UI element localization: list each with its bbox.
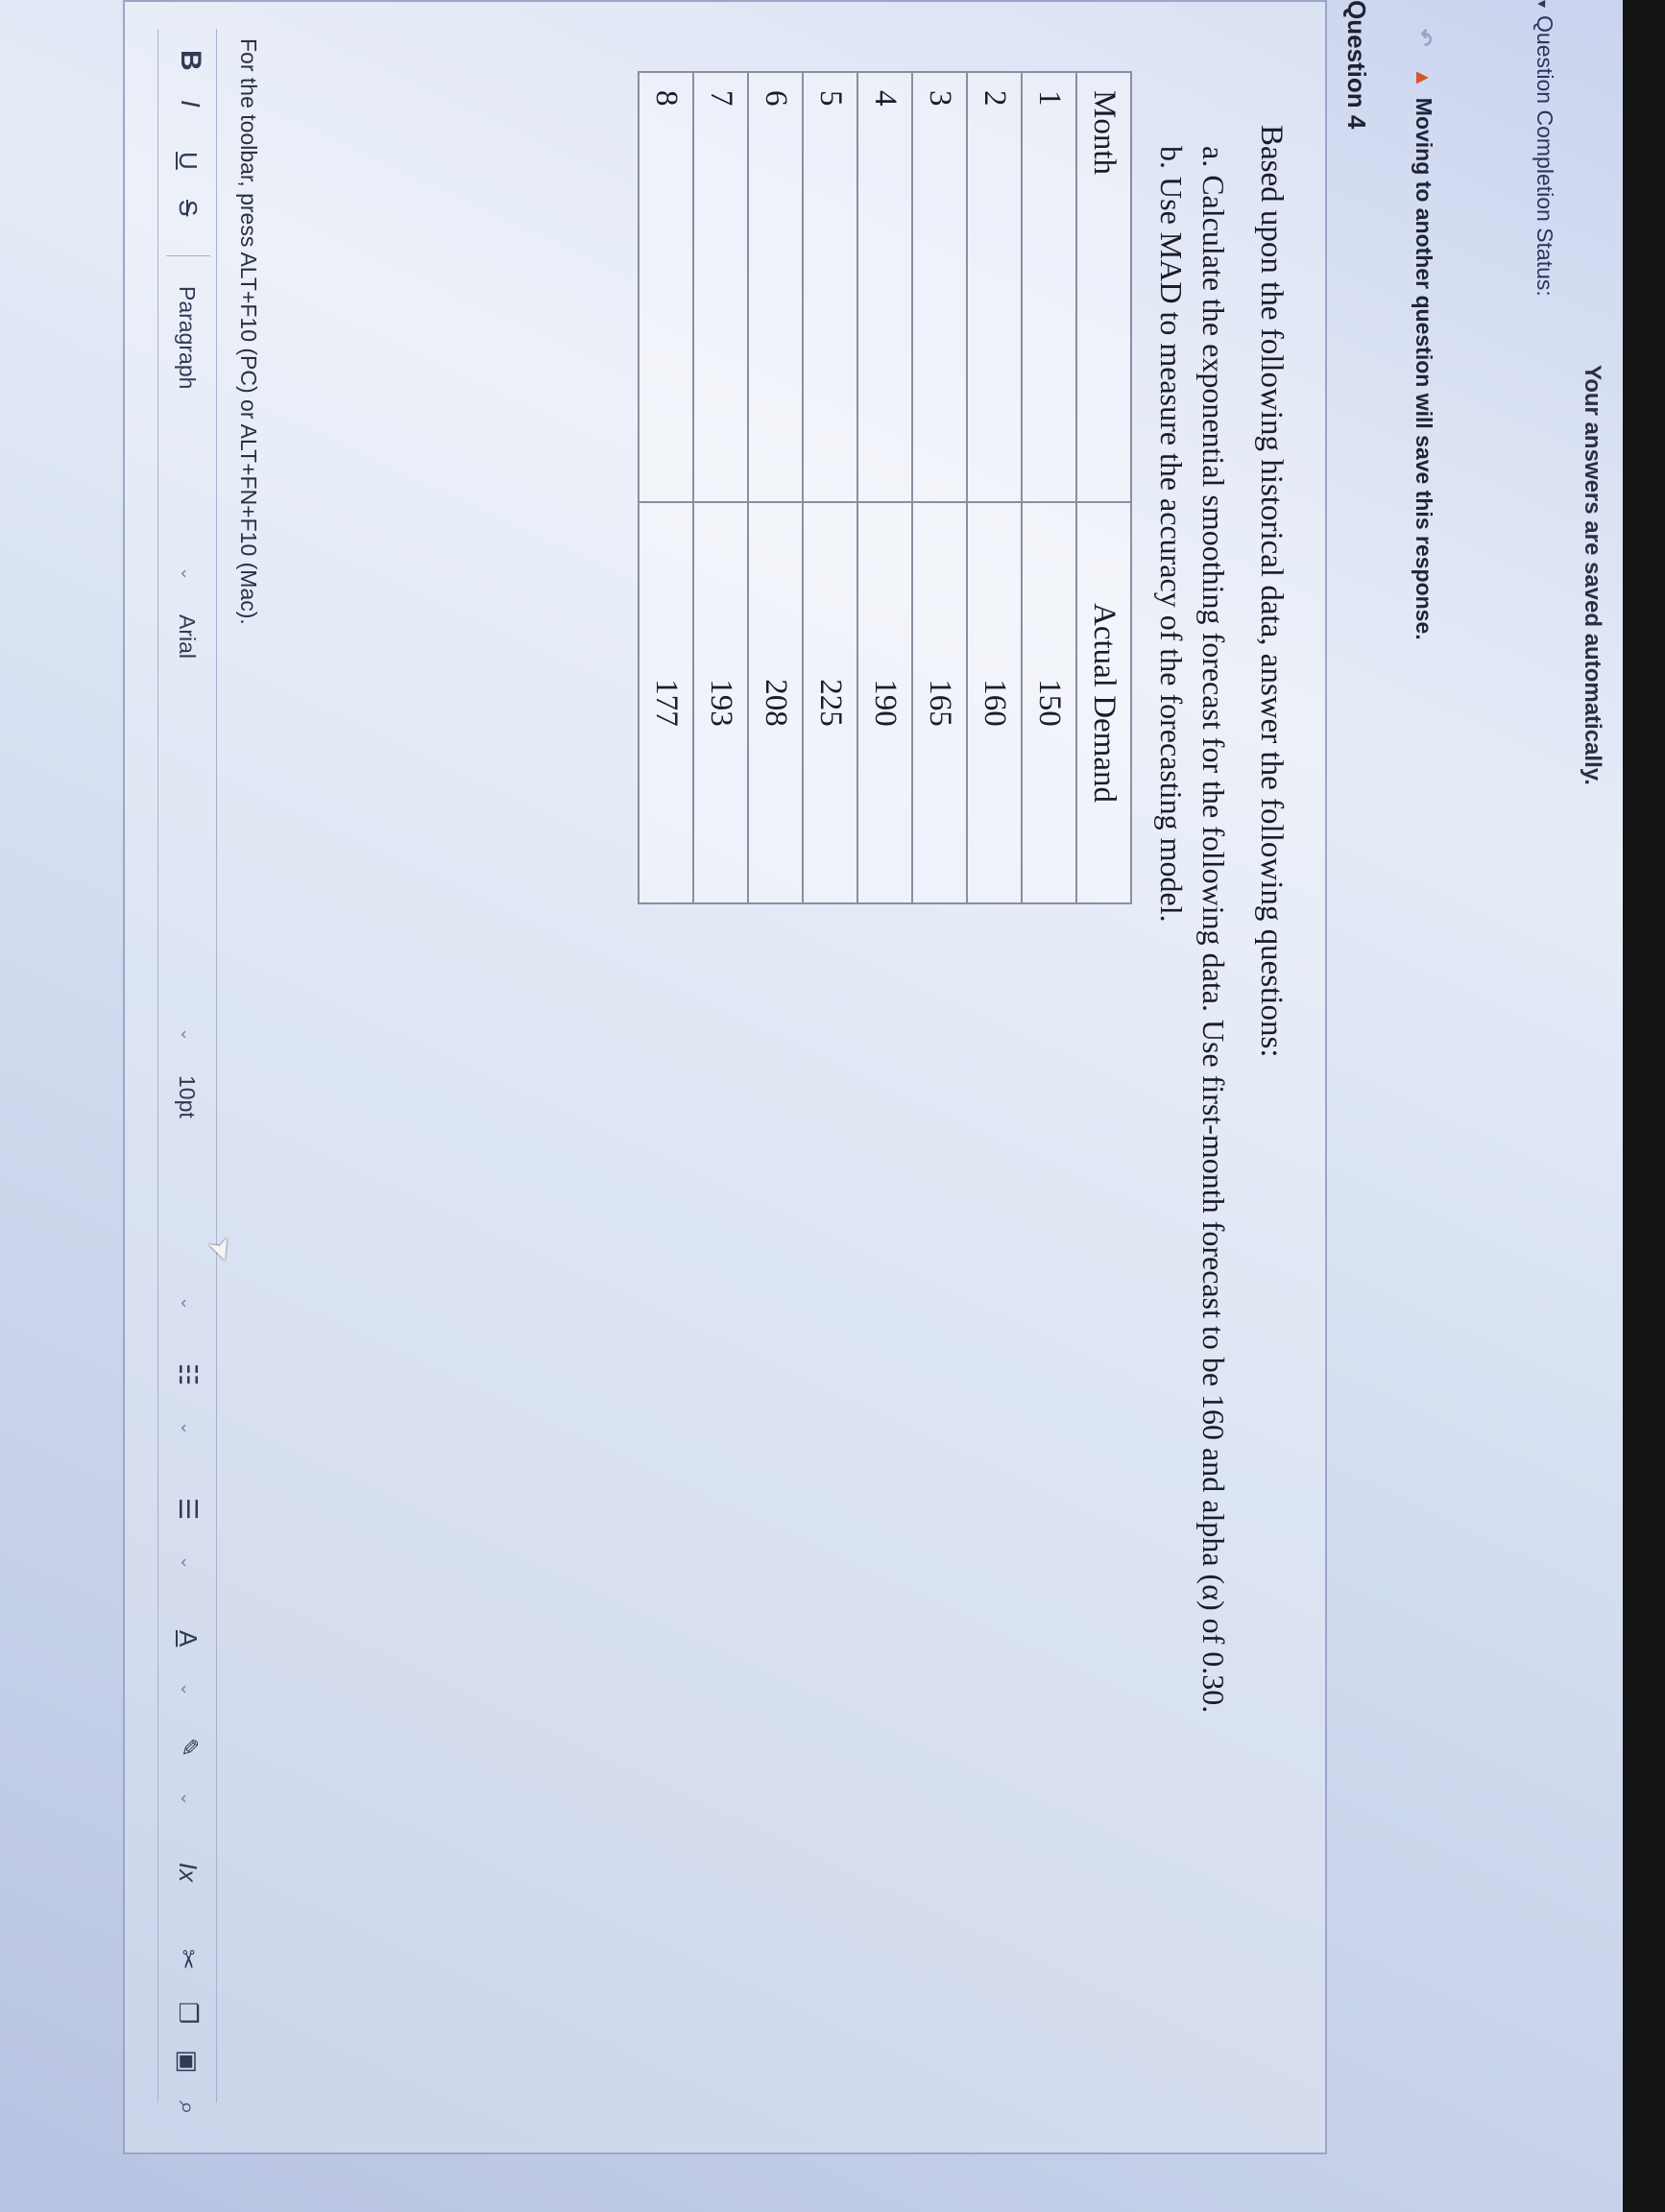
toolbar-hint: For the toolbar, press ALT+F10 (PC) or A… xyxy=(236,38,261,625)
bulleted-list-icon[interactable]: ☷ xyxy=(173,1363,203,1385)
demand-cell: 208 xyxy=(748,502,803,903)
strikethrough-button[interactable]: S xyxy=(173,200,203,216)
photo-viewport: Your answers are saved automatically. ▾ Q… xyxy=(0,0,1665,2212)
save-warning: ↶ ▲ Moving to another question will save … xyxy=(1411,29,1436,640)
screen: Your answers are saved automatically. ▾ Q… xyxy=(0,0,1665,2212)
completion-status-label: Question Completion Status: xyxy=(1532,15,1557,297)
table-row: 2 160 xyxy=(967,72,1022,903)
demand-cell: 193 xyxy=(693,502,748,903)
underline-button[interactable]: U xyxy=(173,152,203,170)
table-row: 7 193 xyxy=(693,72,748,903)
copy-icon[interactable]: ❐ xyxy=(173,2002,203,2024)
month-cell: 2 xyxy=(967,72,1022,502)
table-row: 1 150 xyxy=(1022,72,1076,903)
month-cell: 1 xyxy=(1022,72,1076,502)
toolbar-divider xyxy=(166,255,210,256)
demand-cell: 150 xyxy=(1022,502,1076,903)
chevron-down-icon[interactable]: ⌄ xyxy=(177,1296,197,1310)
demand-cell: 177 xyxy=(639,502,693,903)
completion-status[interactable]: ▾ Question Completion Status: xyxy=(1532,0,1557,297)
chevron-down-icon[interactable]: ⌄ xyxy=(177,1555,197,1570)
table-row: 4 190 xyxy=(857,72,912,903)
collapse-triangle-icon[interactable]: ▾ xyxy=(1533,0,1550,8)
chevron-down-icon[interactable]: ⌄ xyxy=(177,1682,197,1696)
monitor-bezel xyxy=(1623,0,1665,2212)
chevron-down-icon[interactable]: ⌄ xyxy=(177,566,197,581)
month-cell: 7 xyxy=(693,72,748,502)
font-select[interactable]: Arial xyxy=(174,614,200,659)
table-row: 5 225 xyxy=(803,72,857,903)
italic-button[interactable]: I xyxy=(175,100,205,108)
table-row: 8 177 xyxy=(639,72,693,903)
save-warning-text: Moving to another question will save thi… xyxy=(1412,97,1436,640)
table-header-row: Month Actual Demand xyxy=(1076,72,1131,903)
question-label: Question 4 xyxy=(1342,0,1371,130)
back-arrow-icon: ↶ xyxy=(1412,29,1436,47)
month-cell: 3 xyxy=(912,72,967,502)
demand-cell: 160 xyxy=(967,502,1022,903)
numbered-list-icon[interactable]: ☰ xyxy=(173,1498,203,1520)
demand-cell: 225 xyxy=(803,502,857,903)
warning-icon: ▲ xyxy=(1412,67,1436,88)
table-row: 3 165 xyxy=(912,72,967,903)
paste-icon[interactable]: ▣ xyxy=(173,2050,203,2074)
demand-cell: 165 xyxy=(912,502,967,903)
month-cell: 8 xyxy=(639,72,693,502)
month-cell: 5 xyxy=(803,72,857,502)
autosave-note: Your answers are saved automatically. xyxy=(1580,365,1605,785)
demand-cell: 190 xyxy=(857,502,912,903)
chevron-down-icon[interactable]: ⌄ xyxy=(177,1421,197,1435)
editor-toolbar: B I U S Paragraph ⌄ Arial ⌄ 10pt ⌄ ☷ ⌄ ☰… xyxy=(157,29,217,2115)
question-item-a: a. Calculate the exponential smoothing f… xyxy=(1196,146,1231,1714)
demand-table: Month Actual Demand 1 150 2 160 3 165 4 … xyxy=(638,71,1132,904)
chevron-down-icon[interactable]: ⌄ xyxy=(177,1791,197,1806)
question-item-b: b. Use MAD to measure the accuracy of th… xyxy=(1154,146,1189,923)
header-actual-demand: Actual Demand xyxy=(1076,502,1131,903)
month-cell: 6 xyxy=(748,72,803,502)
clear-formatting-icon[interactable]: Ix xyxy=(173,1863,203,1882)
month-cell: 4 xyxy=(857,72,912,502)
font-size-select[interactable]: 10pt xyxy=(174,1075,200,1118)
cut-icon[interactable]: ✂ xyxy=(173,1949,203,1970)
text-color-icon[interactable]: A xyxy=(173,1630,203,1647)
paragraph-select[interactable]: Paragraph xyxy=(174,286,200,389)
search-icon[interactable]: ⌕ xyxy=(172,2101,203,2115)
chevron-down-icon[interactable]: ⌄ xyxy=(177,1027,197,1042)
bold-button[interactable]: B xyxy=(174,50,206,71)
highlight-icon[interactable]: ✎ xyxy=(175,1738,203,1757)
header-month: Month xyxy=(1076,72,1131,502)
question-prompt: Based upon the following historical data… xyxy=(1254,125,1289,1058)
table-row: 6 208 xyxy=(748,72,803,903)
